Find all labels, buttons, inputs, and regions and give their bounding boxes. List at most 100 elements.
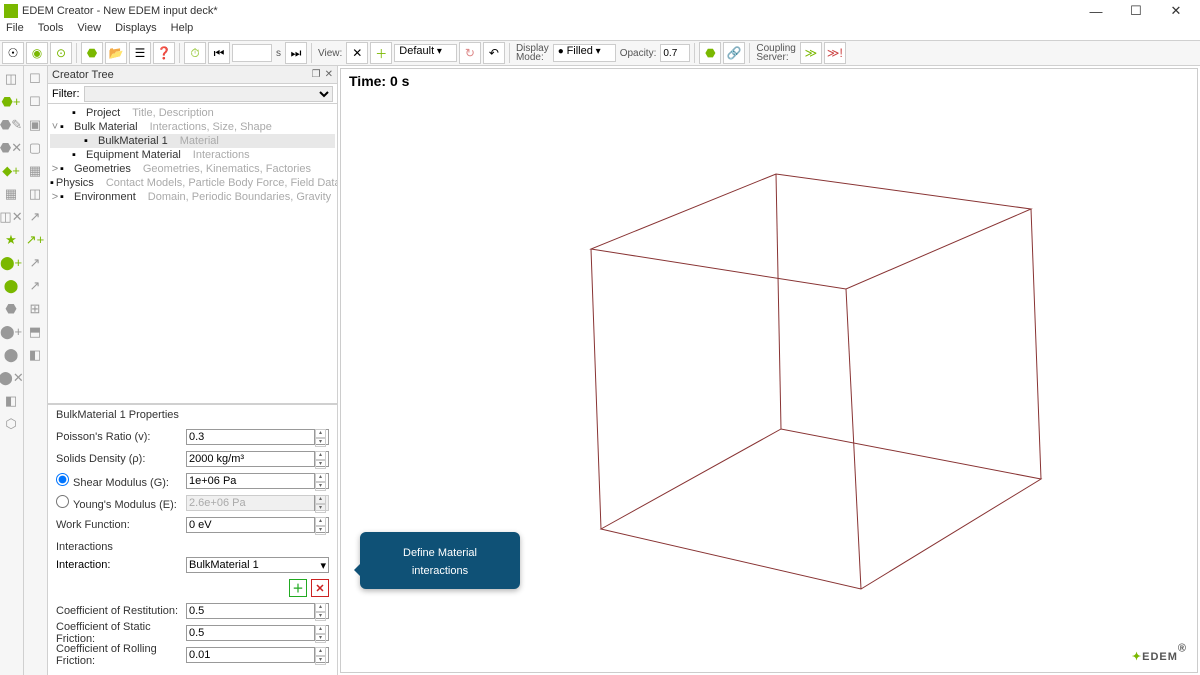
- strip-icon[interactable]: ☐: [24, 91, 46, 113]
- opacity-input[interactable]: [660, 44, 690, 62]
- tool-particle-icon[interactable]: ⬣: [81, 42, 103, 64]
- poisson-input[interactable]: 0.3▴▾: [186, 429, 329, 445]
- strip-icon[interactable]: ⬣+: [0, 91, 22, 113]
- strip-icon[interactable]: ◧: [24, 344, 46, 366]
- strip-icon[interactable]: ⬤✕: [0, 367, 22, 389]
- restitution-label: Coefficient of Restitution:: [56, 605, 186, 617]
- coupling-warn-icon[interactable]: ≫!: [824, 42, 846, 64]
- strip-icon[interactable]: ⬣: [0, 298, 22, 320]
- strip-icon[interactable]: ⬤+: [0, 321, 22, 343]
- tree-row[interactable]: ▪PhysicsContact Models, Particle Body Fo…: [50, 176, 335, 190]
- interaction-select[interactable]: BulkMaterial 1▾: [186, 557, 329, 573]
- tree-row[interactable]: ▪ProjectTitle, Description: [50, 106, 335, 120]
- refresh-icon[interactable]: ↻: [459, 42, 481, 64]
- app-icon: [4, 4, 18, 18]
- strip-icon[interactable]: ◫✕: [0, 206, 22, 228]
- panel-float-icon[interactable]: ❐: [312, 69, 321, 80]
- step-fwd-icon[interactable]: ⏭: [285, 42, 307, 64]
- tree-row[interactable]: ▪BulkMaterial 1Material: [50, 134, 335, 148]
- strip-icon[interactable]: ◫: [24, 183, 46, 205]
- window-title: EDEM Creator - New EDEM input deck*: [22, 5, 1076, 17]
- restitution-input[interactable]: 0.5▴▾: [186, 603, 329, 619]
- strip-icon[interactable]: ⬒: [24, 321, 46, 343]
- callout-text: Define Material interactions: [403, 547, 477, 577]
- static-friction-input[interactable]: 0.5▴▾: [186, 625, 329, 641]
- separator: [179, 43, 180, 63]
- help-icon[interactable]: ❓: [153, 42, 175, 64]
- coupling-start-icon[interactable]: ≫: [800, 42, 822, 64]
- tool-globe-icon[interactable]: ◉: [26, 42, 48, 64]
- filter-select[interactable]: [84, 86, 334, 102]
- shear-radio[interactable]: Shear Modulus (G):: [56, 473, 186, 489]
- tree[interactable]: ▪ProjectTitle, Description˅▪Bulk Materia…: [48, 104, 337, 404]
- cube-wireframe: [501, 129, 1061, 629]
- left-toolstrip-2: ☐ ☐ ▣ ▢ ▦ ◫ ↗ ↗+ ↗ ↗ ⊞ ⬒ ◧: [24, 66, 48, 675]
- strip-icon[interactable]: ⬤: [0, 344, 22, 366]
- strip-icon[interactable]: ◆+: [0, 160, 22, 182]
- strip-icon[interactable]: ◫: [0, 68, 22, 90]
- link-icon[interactable]: 🔗: [723, 42, 745, 64]
- tool-target-icon[interactable]: ⊙: [50, 42, 72, 64]
- tag-icon[interactable]: ⬣: [699, 42, 721, 64]
- strip-icon[interactable]: ★: [0, 229, 22, 251]
- strip-icon[interactable]: ↗: [24, 275, 46, 297]
- poisson-label: Poisson's Ratio (v):: [56, 431, 186, 443]
- undo-icon[interactable]: ↶: [483, 42, 505, 64]
- strip-icon[interactable]: ▦: [24, 160, 46, 182]
- strip-icon[interactable]: ▢: [24, 137, 46, 159]
- tool-select-icon[interactable]: ☉: [2, 42, 24, 64]
- view-close-icon[interactable]: ✕: [346, 42, 368, 64]
- rolling-friction-label: Coefficient of Rolling Friction:: [56, 643, 186, 667]
- maximize-button[interactable]: ☐: [1116, 3, 1156, 19]
- tree-row[interactable]: ▪Equipment MaterialInteractions: [50, 148, 335, 162]
- view-add-icon[interactable]: ＋: [370, 42, 392, 64]
- view-label: View:: [318, 48, 342, 59]
- strip-icon[interactable]: ▣: [24, 114, 46, 136]
- tree-row[interactable]: ˃▪EnvironmentDomain, Periodic Boundaries…: [50, 190, 335, 204]
- tree-row[interactable]: ˃▪GeometriesGeometries, Kinematics, Fact…: [50, 162, 335, 176]
- opacity-label: Opacity:: [620, 48, 657, 59]
- strip-icon[interactable]: ↗: [24, 252, 46, 274]
- tool-open-icon[interactable]: 📂: [105, 42, 127, 64]
- display-mode-select[interactable]: ● Filled ▾: [553, 44, 616, 62]
- static-friction-label: Coefficient of Static Friction:: [56, 621, 186, 645]
- tree-row[interactable]: ˅▪Bulk MaterialInteractions, Size, Shape: [50, 120, 335, 134]
- time-input[interactable]: [232, 44, 272, 62]
- tutorial-callout: Define Material interactions: [360, 532, 520, 589]
- work-label: Work Function:: [56, 519, 186, 531]
- strip-icon[interactable]: ⊞: [24, 298, 46, 320]
- work-input[interactable]: 0 eV▴▾: [186, 517, 329, 533]
- remove-interaction-button[interactable]: ✕: [311, 579, 329, 597]
- step-back-icon[interactable]: ⏮: [208, 42, 230, 64]
- strip-icon[interactable]: ⬤: [0, 275, 22, 297]
- menu-tools[interactable]: Tools: [38, 22, 64, 40]
- tool-doc-icon[interactable]: ☰: [129, 42, 151, 64]
- density-input[interactable]: 2000 kg/m³▴▾: [186, 451, 329, 467]
- strip-icon[interactable]: ⬣✕: [0, 137, 22, 159]
- close-button[interactable]: ✕: [1156, 3, 1196, 19]
- panel-close-icon[interactable]: ✕: [325, 69, 333, 80]
- menu-file[interactable]: File: [6, 22, 24, 40]
- menu-help[interactable]: Help: [171, 22, 194, 40]
- strip-icon[interactable]: ▦: [0, 183, 22, 205]
- clock-icon[interactable]: ⏱: [184, 42, 206, 64]
- strip-icon[interactable]: ⬤+: [0, 252, 22, 274]
- rolling-friction-input[interactable]: 0.01▴▾: [186, 647, 329, 663]
- minimize-button[interactable]: —: [1076, 4, 1116, 19]
- young-radio[interactable]: Young's Modulus (E):: [56, 495, 186, 511]
- shear-input[interactable]: 1e+06 Pa▴▾: [186, 473, 329, 489]
- strip-icon[interactable]: ☐: [24, 68, 46, 90]
- strip-icon[interactable]: ↗+: [24, 229, 46, 251]
- interactions-section: Interactions: [56, 541, 329, 553]
- strip-icon[interactable]: ◧: [0, 390, 22, 412]
- seconds-label: s: [276, 48, 281, 59]
- view-default-select[interactable]: Default ▾: [394, 44, 457, 62]
- strip-icon[interactable]: ⬡: [0, 413, 22, 435]
- panel-header: Creator Tree ❐ ✕: [48, 66, 337, 84]
- add-interaction-button[interactable]: ＋: [289, 579, 307, 597]
- separator: [694, 43, 695, 63]
- strip-icon[interactable]: ↗: [24, 206, 46, 228]
- menu-view[interactable]: View: [77, 22, 101, 40]
- menu-displays[interactable]: Displays: [115, 22, 157, 40]
- strip-icon[interactable]: ⬣✎: [0, 114, 22, 136]
